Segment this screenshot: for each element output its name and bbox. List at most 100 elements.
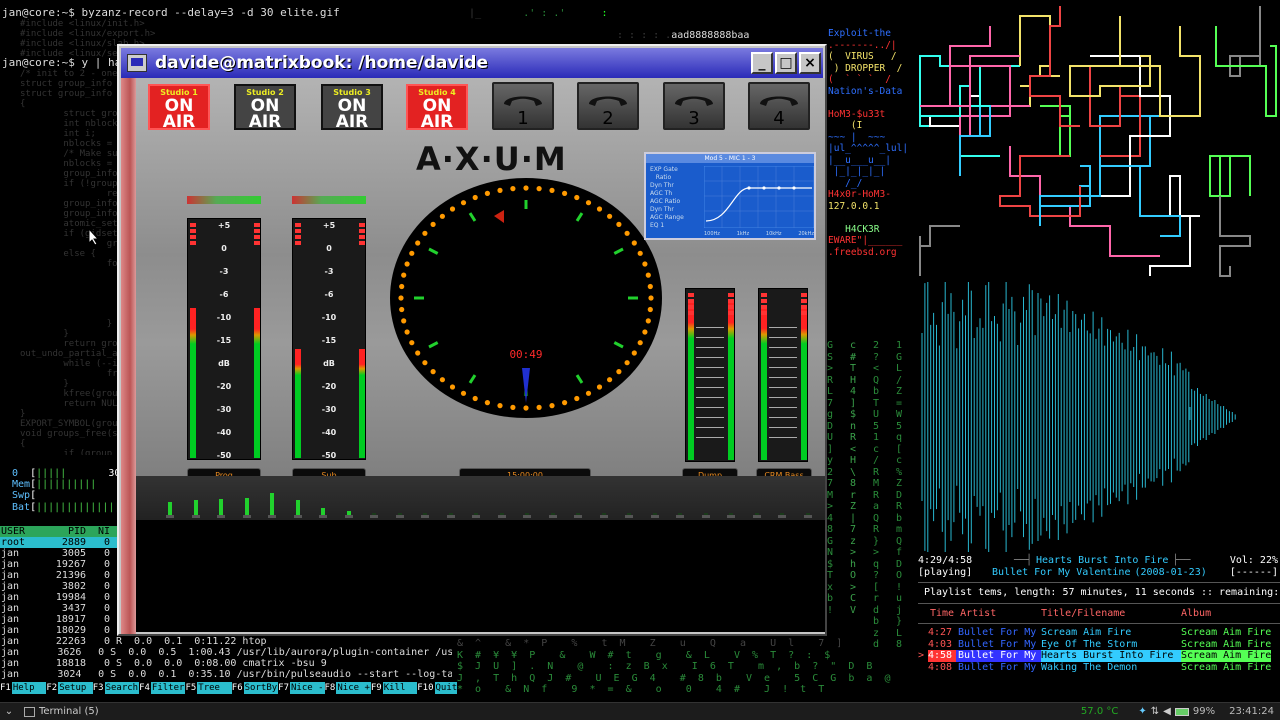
music-player[interactable]: 4:29/4:58 ──┤ Hearts Burst Into Fire ├──… [918, 552, 1280, 702]
phone-line-4[interactable]: 4 [748, 82, 810, 130]
terminal-icon [24, 706, 35, 717]
clock-second-dot [422, 360, 428, 366]
clock-second-dot [645, 318, 651, 324]
onair-studio-1[interactable]: Studio 1 ON AIR [148, 84, 210, 131]
meter-scale-label: -30 [321, 405, 337, 414]
channel-fader-led [295, 500, 300, 516]
meter-bar [761, 306, 767, 460]
meter-scale-label: -50 [321, 451, 337, 460]
process-row[interactable]: jan 3626 0 S 0.0 0.5 1:00.43 /usr/lib/auror… [0, 647, 452, 658]
fkey-help[interactable]: F1 Help [0, 682, 47, 694]
level-meter: +5 0 -3 -6 -10 -15 dB -20 -30 -40 -50 [292, 218, 366, 460]
clock-second-dot [472, 395, 478, 402]
channel-fader-led [270, 492, 274, 516]
fkey-search[interactable]: F3 Search [93, 682, 140, 694]
onair-studio-4[interactable]: Studio 4 ON AIR [406, 84, 468, 131]
meter-scale-label: -40 [321, 428, 337, 437]
fkey-kill[interactable]: F9 Kill [371, 682, 418, 694]
fkey-sortby[interactable]: F6 SortBy [232, 682, 279, 694]
clock-second-dot [439, 377, 445, 383]
volume[interactable]: Vol: 22% [1230, 555, 1280, 567]
clock-second-dot [484, 190, 490, 196]
playlist-track[interactable]: >4:58 Bullet For My Hearts Burst Into Fire… [918, 650, 1280, 662]
console-window[interactable]: davide@matrixbook: /home/davide _ □ × St… [117, 44, 827, 636]
hacker-line: EWARE"|______ [828, 235, 903, 246]
clock-second-dot [562, 400, 568, 406]
playlist-track[interactable]: 4:03 Bullet For My Eye Of The Storm Scream … [918, 639, 1280, 651]
clock-second-dot [404, 329, 410, 335]
axum-console[interactable]: Studio 1 ON AIR Studio 2 ON AIR Studio 3 ON A… [136, 78, 825, 520]
fkey-nice-[interactable]: F8 Nice + [325, 682, 371, 694]
window-titlebar[interactable]: davide@matrixbook: /home/davide _ □ × [121, 48, 823, 78]
track-time: 4:29/4:58 [918, 555, 973, 566]
process-row[interactable]: jan 3024 0 S 0.0 0.1 0:35.10 /usr/bin/pulse… [0, 669, 452, 680]
taskbar[interactable]: ⌄ Terminal (5) 57.0 °C ✦ ⇅ ◀ 99% 23:41:2… [0, 702, 1280, 720]
fkey-setup[interactable]: F2 Setup [46, 682, 93, 694]
dsp-parameter: AGC Range [650, 214, 684, 221]
hacker-line: H4CK3R [828, 223, 880, 235]
minimize-button[interactable]: _ [751, 52, 773, 74]
network-icon[interactable]: ⇅ [1151, 706, 1159, 717]
pipe [1215, 26, 1277, 117]
clock-second-dot [401, 318, 407, 324]
terminal-output-area[interactable] [136, 520, 825, 632]
clock-second-dot [404, 261, 410, 267]
hacker-line: |__u___u__| [828, 154, 891, 166]
temperature: 57.0 °C [1080, 706, 1119, 717]
code-line: #include <linux/init.h> [20, 19, 145, 29]
phone-icon [675, 96, 713, 106]
pipe [1110, 26, 1201, 117]
dsp-screen[interactable]: Mod 5 - MIC 1 - 3 EXP Gate Ratio Dyn Thr AG… [644, 152, 816, 240]
onair-studio-3[interactable]: Studio 3 ON AIR [321, 84, 383, 131]
meter-scale-label: -50 [216, 451, 232, 460]
volume-icon[interactable]: ◀ [1163, 706, 1171, 717]
process-row[interactable]: jan 22263 0 R 0.0 0.1 0:11.22 htop [0, 636, 452, 647]
pipe [1149, 175, 1200, 276]
clock-second-dot [616, 369, 622, 375]
playlist-track[interactable]: 4:27 Bullet For My Scream Aim Fire Scream A… [918, 627, 1280, 639]
fkey-nice-[interactable]: F7 Nice - [278, 682, 325, 694]
level-meter [758, 288, 808, 462]
meter-scale-label: -6 [219, 290, 229, 299]
clock-second-dot [510, 404, 516, 410]
matrix-row: $ J U ] . N @ : z B x I 6 T m , b ? " D … [457, 661, 873, 672]
fkey-filter[interactable]: F4 Filter [139, 682, 186, 694]
clock-second-dot [596, 384, 603, 390]
bluetooth-icon[interactable]: ✦ [1138, 706, 1146, 717]
menu-icon[interactable]: ⌄ [0, 706, 18, 717]
close-button[interactable]: × [799, 52, 821, 74]
clock-second-dot [523, 405, 529, 411]
clock-second-dot [642, 261, 648, 267]
maximize-button[interactable]: □ [775, 52, 797, 74]
playlist[interactable]: 4:27 Bullet For My Scream Aim Fire Scream A… [918, 627, 1280, 673]
phone-line-2[interactable]: 2 [577, 82, 639, 130]
onair-studio-2[interactable]: Studio 2 ON AIR [234, 84, 296, 131]
matrix-row: J , T h Q J # U E G 4 # 8 b V e 5 C G b … [457, 672, 891, 684]
clock-second-dot [439, 213, 445, 219]
meter-bar [728, 299, 734, 460]
clock: 23:41:24 [1229, 706, 1274, 717]
phone-line-3[interactable]: 3 [663, 82, 725, 130]
clock-second-dot [422, 230, 428, 236]
meter-scale-label: 0 [326, 244, 332, 253]
clock-second-dot [399, 283, 405, 290]
hacker-line: ) DROPPER / [828, 62, 903, 74]
eq-axis-label: 10kHz [765, 231, 782, 237]
fkey-tree[interactable]: F5 Tree [185, 682, 232, 694]
meter-scale-label: 0 [221, 244, 227, 253]
phone-line-1[interactable]: 1 [492, 82, 554, 130]
clock-second-dot [430, 221, 436, 227]
hacker-line: Exploit-the [828, 28, 891, 39]
eq-axis-label: 100Hz [704, 231, 720, 237]
process-row[interactable]: jan 18818 0 S 0.0 0.0 0:08.00 cmatrix -bsu … [0, 658, 452, 669]
playlist-track[interactable]: 4:08 Bullet For My Waking The Demon Scream … [918, 662, 1280, 674]
clock-second-dot [624, 230, 630, 236]
task-terminal[interactable]: Terminal (5) [39, 706, 99, 717]
now-playing-artist: Bullet For My Valentine [992, 566, 1131, 578]
clock-second-dot [399, 306, 405, 313]
meter-scale-label: -20 [216, 382, 232, 391]
hacker-line: 127.0.0.1 [828, 200, 880, 212]
meter-scale-label: -15 [216, 336, 232, 345]
pan-indicator [292, 196, 366, 204]
htop-function-keys[interactable]: F1 Help F2 Setup F3 Search F4 Filter F5 Tree F6… [0, 682, 464, 694]
